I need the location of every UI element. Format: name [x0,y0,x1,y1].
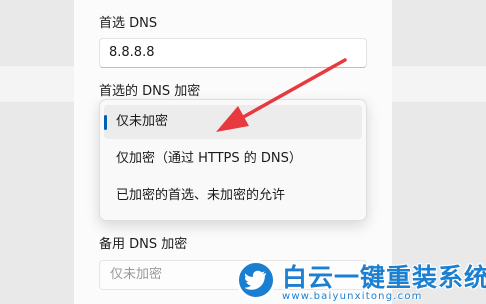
option-label: 已加密的首选、未加密的允许 [116,188,286,203]
dropdown-option-encrypted-preferred[interactable]: 已加密的首选、未加密的允许 [104,179,362,213]
background-panel [392,66,486,102]
background-panel [0,66,74,102]
option-label: 仅未加密 [116,114,169,129]
encryption-dropdown-list: 仅未加密 仅加密（通过 HTTPS 的 DNS） 已加密的首选、未加密的允许 [99,99,367,221]
selection-indicator [104,115,107,130]
dropdown-option-unencrypted-only[interactable]: 仅未加密 [104,105,362,139]
alternate-encryption-label: 备用 DNS 加密 [99,237,188,252]
watermark-url: www.baiyunxitong.com [282,291,423,302]
dropdown-option-encrypted-only[interactable]: 仅加密（通过 HTTPS 的 DNS） [104,142,362,176]
bird-icon [236,260,276,300]
preferred-encryption-label: 首选的 DNS 加密 [99,84,201,99]
preferred-dns-label: 首选 DNS [99,16,158,31]
preferred-dns-input[interactable]: 8.8.8.8 [99,38,367,68]
option-label: 仅加密（通过 HTTPS 的 DNS） [116,151,302,166]
watermark-title: 白云一键重装系统 [282,263,486,292]
watermark-logo: 白云一键重装系统 www.baiyunxitong.com [236,258,486,304]
